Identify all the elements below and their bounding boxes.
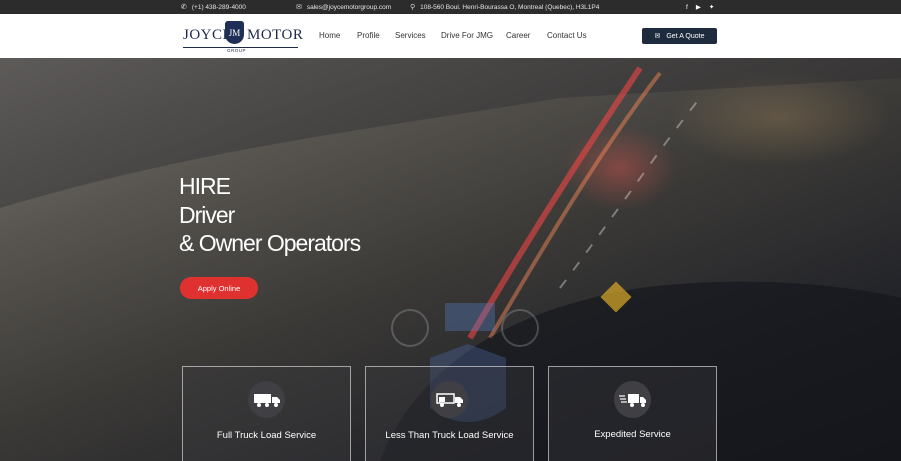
service-icon-circle: [248, 381, 285, 418]
phone-contact[interactable]: ✆ (+1) 438-289-4000: [181, 0, 246, 14]
envelope-icon: ✉: [654, 33, 661, 40]
hero-line-hire: HIRE: [179, 173, 231, 199]
email-text: sales@joycemotorgroup.com: [306, 3, 392, 11]
envelope-icon: ✉: [296, 4, 302, 11]
nav-contact-us[interactable]: Contact Us: [547, 31, 587, 40]
twitter-icon[interactable]: ✦: [709, 3, 714, 11]
address-contact: ⚲ 108-560 Boul. Henri-Bourassa O, Montre…: [410, 0, 599, 14]
hero-heading: HIRE Driver & Owner Operators: [179, 172, 361, 258]
service-card-less-than-truck[interactable]: Less Than Truck Load Service: [365, 366, 534, 461]
quote-button-label: Get A Quote: [666, 32, 705, 40]
service-label: Less Than Truck Load Service: [385, 430, 514, 441]
map-pin-icon: ⚲: [410, 4, 416, 11]
service-icon-circle: [431, 381, 468, 418]
nav-career[interactable]: Career: [506, 31, 530, 40]
logo-shield-icon: JM: [225, 21, 244, 44]
truck-fast-icon: [618, 393, 646, 407]
nav-services[interactable]: Services: [395, 31, 426, 40]
apply-online-button[interactable]: Apply Online: [180, 277, 258, 299]
hero-line-driver: Driver: [179, 201, 235, 228]
nav-home[interactable]: Home: [319, 31, 340, 40]
address-text: 108-560 Boul. Henri-Bourassa O, Montreal…: [420, 3, 600, 11]
truck-full-icon: [253, 393, 280, 407]
get-a-quote-button[interactable]: ✉ Get A Quote: [642, 28, 717, 44]
nav-drive-for-jmg[interactable]: Drive For JMG: [441, 31, 493, 40]
truck-partial-icon: [435, 392, 463, 407]
service-label: Expedited Service: [594, 429, 671, 440]
youtube-icon[interactable]: ▶: [696, 3, 701, 11]
service-icon-circle: [614, 381, 651, 418]
phone-icon: ✆: [181, 4, 187, 11]
logo-word-right: MOTOR: [247, 27, 304, 43]
service-label: Full Truck Load Service: [216, 430, 317, 441]
phone-text: (+1) 438-289-4000: [191, 3, 246, 11]
nav-profile[interactable]: Profile: [357, 31, 380, 40]
hero-section: HIRE Driver & Owner Operators Apply Onli…: [0, 58, 901, 461]
email-contact[interactable]: ✉ sales@joycemotorgroup.com: [296, 0, 391, 14]
social-links: f ▶ ✦: [686, 0, 722, 14]
logo-sub: GROUP: [227, 48, 247, 53]
joyce-motor-logo[interactable]: JOYCE JM MOTOR GROUP: [183, 20, 303, 54]
service-card-full-truck[interactable]: Full Truck Load Service: [182, 366, 351, 461]
hero-line-owner-operators: & Owner Operators: [179, 230, 361, 256]
service-card-expedited[interactable]: Expedited Service: [548, 366, 717, 461]
facebook-icon[interactable]: f: [686, 4, 688, 11]
top-info-bar: ✆ (+1) 438-289-4000 ✉ sales@joycemotorgr…: [0, 0, 901, 14]
